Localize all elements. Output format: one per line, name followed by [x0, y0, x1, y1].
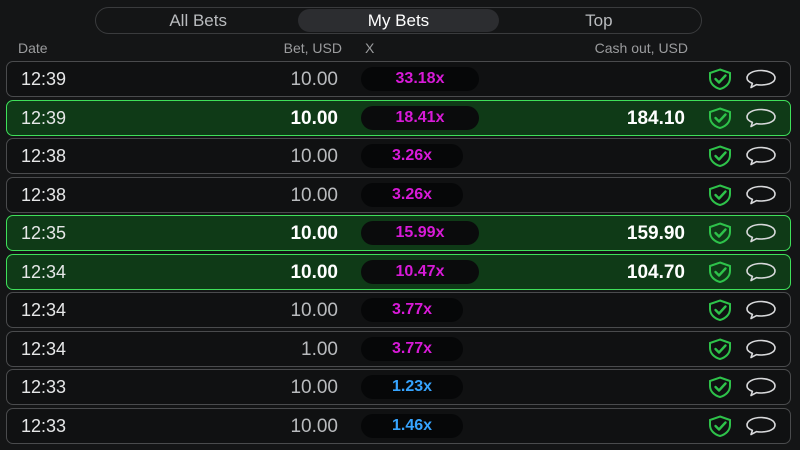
- bet-time: 12:34: [21, 261, 67, 282]
- speech-bubble-icon[interactable]: [745, 377, 777, 397]
- bet-time: 12:39: [21, 69, 67, 89]
- bet-amount: 10.00: [290, 146, 338, 167]
- bet-row: 12:35 10.00 15.99x 159.90: [6, 215, 791, 251]
- bet-time: 12:38: [21, 184, 67, 205]
- multiplier-badge: 33.18x: [361, 67, 479, 91]
- shield-check-icon[interactable]: [707, 414, 733, 437]
- bet-row: 12:39 10.00 18.41x 184.10: [6, 99, 791, 136]
- bet-amount: 10.00: [290, 415, 338, 437]
- bet-row: 12:34 1.00 3.77x: [6, 330, 791, 367]
- header-date: Date: [18, 40, 48, 56]
- speech-bubble-icon[interactable]: [745, 108, 777, 128]
- speech-bubble-icon[interactable]: [745, 416, 777, 436]
- cashout-amount: 184.10: [626, 107, 685, 129]
- shield-check-icon[interactable]: [707, 106, 733, 129]
- speech-bubble-icon[interactable]: [745, 146, 777, 166]
- speech-bubble-icon[interactable]: [745, 300, 777, 320]
- cashout-amount: 104.70: [626, 261, 685, 283]
- speech-bubble-icon[interactable]: [745, 223, 777, 243]
- bet-amount: 10.00: [290, 223, 338, 244]
- bet-time: 12:39: [21, 107, 67, 128]
- bet-row: 12:33 10.00 1.46x: [6, 407, 791, 444]
- shield-check-icon[interactable]: [707, 376, 733, 398]
- tab-my-bets[interactable]: My Bets: [298, 9, 499, 32]
- bet-time: 12:38: [21, 146, 67, 166]
- multiplier-badge: 3.26x: [361, 144, 463, 168]
- multiplier-badge: 15.99x: [361, 221, 479, 245]
- bet-row: 12:34 10.00 10.47x 104.70: [6, 253, 791, 290]
- tab-top[interactable]: Top: [499, 9, 699, 32]
- multiplier-badge: 3.26x: [361, 182, 463, 207]
- bet-amount: 1.00: [301, 338, 338, 360]
- bet-time: 12:34: [21, 338, 67, 359]
- bet-time: 12:35: [21, 223, 67, 243]
- header-bet: Bet, USD: [283, 40, 342, 56]
- multiplier-badge: 3.77x: [361, 298, 463, 322]
- bet-amount: 10.00: [290, 69, 338, 90]
- shield-check-icon[interactable]: [707, 299, 733, 321]
- bets-tab-bar: All Bets My Bets Top: [95, 7, 702, 34]
- bet-amount: 10.00: [290, 377, 338, 398]
- bet-row: 12:38 10.00 3.26x: [6, 138, 791, 174]
- tab-all-bets[interactable]: All Bets: [98, 9, 298, 32]
- bet-time: 12:33: [21, 377, 67, 397]
- speech-bubble-icon[interactable]: [745, 185, 777, 205]
- bet-time: 12:33: [21, 415, 67, 436]
- bets-list: 12:39 10.00 33.18x 12:39 10.00 18.41x 184.10 12…: [6, 61, 791, 446]
- shield-check-icon[interactable]: [707, 145, 733, 167]
- multiplier-badge: 18.41x: [361, 105, 479, 130]
- speech-bubble-icon[interactable]: [745, 69, 777, 89]
- bet-amount: 10.00: [290, 107, 338, 129]
- multiplier-badge: 1.23x: [361, 375, 463, 399]
- cashout-amount: 159.90: [626, 223, 685, 244]
- speech-bubble-icon[interactable]: [745, 339, 777, 359]
- bet-amount: 10.00: [290, 300, 338, 321]
- shield-check-icon[interactable]: [707, 337, 733, 360]
- header-cashout: Cash out, USD: [594, 40, 688, 56]
- header-multiplier: X: [365, 40, 375, 56]
- speech-bubble-icon[interactable]: [745, 262, 777, 282]
- shield-check-icon[interactable]: [707, 68, 733, 90]
- bet-row: 12:38 10.00 3.26x: [6, 176, 791, 213]
- bet-amount: 10.00: [290, 261, 338, 283]
- shield-check-icon[interactable]: [707, 183, 733, 206]
- shield-check-icon[interactable]: [707, 260, 733, 283]
- bet-row: 12:33 10.00 1.23x: [6, 369, 791, 405]
- multiplier-badge: 1.46x: [361, 413, 463, 438]
- multiplier-badge: 10.47x: [361, 259, 479, 284]
- bet-row: 12:39 10.00 33.18x: [6, 61, 791, 97]
- bet-amount: 10.00: [290, 184, 338, 206]
- bet-time: 12:34: [21, 300, 67, 320]
- shield-check-icon[interactable]: [707, 222, 733, 244]
- bet-row: 12:34 10.00 3.77x: [6, 292, 791, 328]
- multiplier-badge: 3.77x: [361, 336, 463, 361]
- table-header: Date Bet, USD X Cash out, USD: [0, 38, 800, 58]
